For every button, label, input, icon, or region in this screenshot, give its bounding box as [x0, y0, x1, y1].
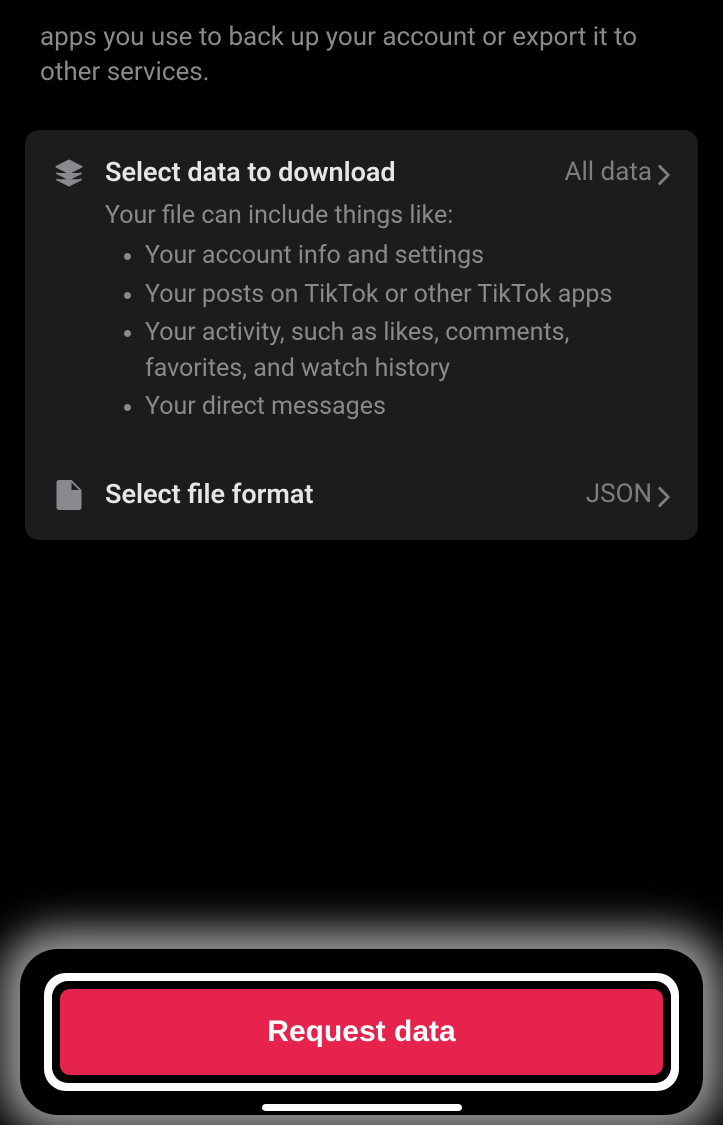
list-item: Your account info and settings: [145, 238, 670, 274]
button-highlight: Request data: [30, 959, 693, 1105]
select-data-bullets: Your account info and settingsYour posts…: [105, 238, 670, 425]
select-format-title: Select file format: [105, 478, 313, 510]
select-data-row[interactable]: Select data to download All data Your fi…: [53, 156, 670, 428]
chevron-right-icon: [658, 484, 670, 504]
select-format-row[interactable]: Select file format JSON: [53, 478, 670, 514]
select-format-value: JSON: [586, 479, 670, 509]
select-data-title: Select data to download: [105, 156, 396, 188]
layers-icon: [54, 158, 84, 192]
file-icon: [56, 480, 82, 514]
intro-text: apps you use to back up your account or …: [0, 0, 723, 90]
select-data-value: All data: [564, 157, 670, 187]
select-data-subtitle: Your file can include things like:: [105, 198, 670, 234]
home-indicator[interactable]: [262, 1104, 462, 1111]
request-data-button[interactable]: Request data: [60, 989, 663, 1075]
options-card: Select data to download All data Your fi…: [25, 130, 698, 540]
list-item: Your activity, such as likes, comments, …: [145, 315, 670, 388]
chevron-right-icon: [658, 162, 670, 182]
list-item: Your posts on TikTok or other TikTok app…: [145, 277, 670, 313]
list-item: Your direct messages: [145, 389, 670, 425]
